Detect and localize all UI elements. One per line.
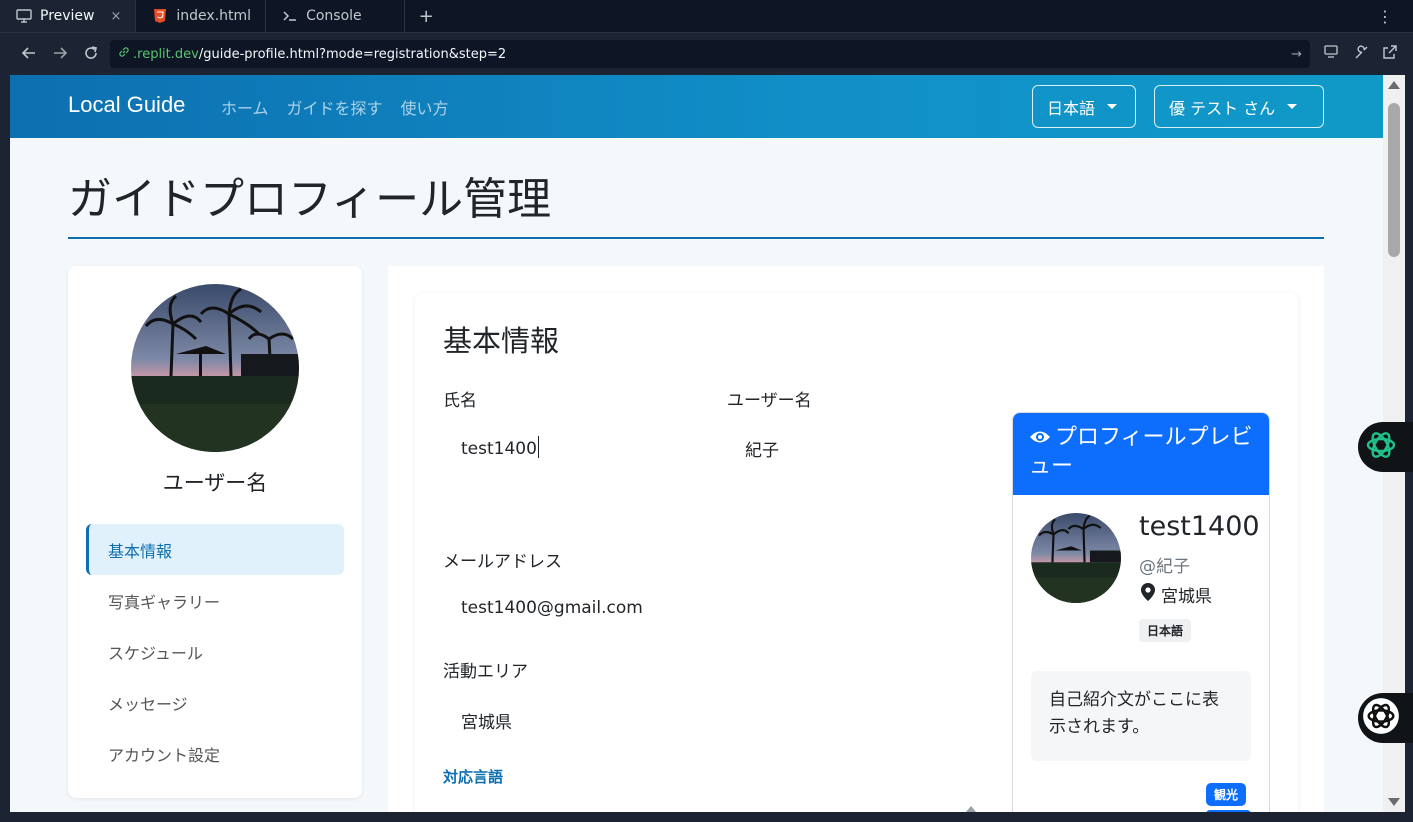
profile-sidebar: ユーザー名 基本情報 写真ギャラリー スケジュール メッセージ アカウント設定 [68, 266, 362, 798]
preview-header: プロフィールプレビュー [1013, 413, 1269, 495]
wrench-icon[interactable] [1354, 44, 1369, 64]
sidebar-username: ユーザー名 [162, 471, 268, 495]
nav-link-find-guide[interactable]: ガイドを探す [287, 95, 383, 119]
scrollbar-thumb[interactable] [1388, 103, 1400, 257]
url-input[interactable]: .replit.dev/guide-profile.html?mode=regi… [110, 40, 1310, 68]
map-pin-icon [1141, 583, 1155, 606]
assistant-logo-icon [1362, 697, 1400, 739]
sidebar-item-account-settings[interactable]: アカウント設定 [86, 728, 344, 779]
language-dropdown-button[interactable]: 日本語 [1032, 85, 1136, 128]
preview-avatar [1031, 513, 1121, 603]
close-icon[interactable]: × [111, 9, 122, 24]
page-title: ガイドプロフィール管理 [68, 174, 552, 225]
tab-label: Preview [40, 8, 95, 24]
tab-label: index.html [176, 8, 252, 24]
forward-icon[interactable] [45, 45, 75, 65]
terminal-icon [282, 9, 298, 23]
chevron-up-icon[interactable] [965, 803, 977, 812]
nav-links: ホーム ガイドを探す 使い方 [221, 95, 449, 119]
go-arrow-icon[interactable]: → [1291, 47, 1302, 62]
preview-tag-badge [1206, 810, 1251, 812]
section-title: 基本情報 [443, 324, 560, 358]
back-icon[interactable] [14, 45, 44, 65]
sidebar-item-schedule[interactable]: スケジュール [86, 626, 344, 677]
tab-preview[interactable]: Preview × [0, 0, 137, 32]
avatar[interactable] [131, 284, 299, 452]
preview-name: test1400 [1139, 511, 1260, 542]
brand-logo[interactable]: Local Guide [68, 92, 185, 118]
language-label: 日本語 [1047, 98, 1096, 118]
profile-preview-card: プロフィールプレビュー test1400 @紀子 宮城県 日本語 自己紹介文がこ… [1012, 412, 1270, 812]
languages-label: 対応言語 [443, 768, 504, 786]
ai-assistant-button[interactable] [1358, 693, 1413, 743]
chatgpt-assistant-button[interactable] [1358, 422, 1413, 472]
more-menu-icon[interactable]: ⋮ [1357, 0, 1413, 32]
tab-label: Console [306, 8, 362, 24]
preview-bio: 自己紹介文がここに表示されます。 [1031, 671, 1251, 761]
openai-logo-icon [1364, 428, 1398, 466]
page-viewport: Local Guide ホーム ガイドを探す 使い方 日本語 優 テスト さん … [10, 75, 1383, 812]
url-host: .replit.dev [133, 46, 199, 62]
preview-tag-badge: 観光 [1206, 783, 1247, 806]
username-label: ユーザー名 [727, 391, 812, 411]
chevron-down-icon [1287, 104, 1298, 109]
sidebar-item-basic-info[interactable]: 基本情報 [86, 524, 344, 575]
sidebar-item-photo-gallery[interactable]: 写真ギャラリー [86, 575, 344, 626]
open-external-icon[interactable] [1383, 45, 1397, 63]
user-label: 優 テスト さん [1169, 98, 1276, 118]
preview-location-text: 宮城県 [1161, 587, 1212, 607]
text-cursor [537, 436, 539, 458]
title-divider [68, 237, 1324, 239]
user-dropdown-button[interactable]: 優 テスト さん [1154, 85, 1324, 128]
username-field[interactable]: 紀子 [745, 436, 779, 461]
devices-icon[interactable] [1324, 45, 1340, 63]
scroll-down-arrow[interactable] [1388, 798, 1400, 806]
name-field[interactable]: test1400 [461, 436, 539, 459]
email-field[interactable]: test1400@gmail.com [461, 598, 643, 618]
name-value: test1400 [461, 439, 537, 459]
browser-toolbar: .replit.dev/guide-profile.html?mode=regi… [0, 34, 1413, 74]
ide-tab-bar: Preview × index.html Console + ⋮ [0, 0, 1413, 33]
area-label: 活動エリア [443, 662, 528, 682]
nav-link-how-to[interactable]: 使い方 [401, 95, 449, 119]
scroll-up-arrow[interactable] [1388, 81, 1400, 89]
name-label: 氏名 [443, 391, 477, 411]
monitor-icon [16, 9, 32, 23]
toolbar-icons [1324, 34, 1397, 74]
link-icon [118, 46, 130, 62]
nav-link-home[interactable]: ホーム [221, 95, 269, 119]
email-label: メールアドレス [443, 552, 562, 572]
preview-language-badge: 日本語 [1139, 619, 1192, 642]
add-tab-button[interactable]: + [405, 0, 448, 32]
reload-icon[interactable] [76, 45, 106, 65]
url-path: /guide-profile.html?mode=registration&st… [198, 46, 507, 62]
chevron-down-icon [1107, 104, 1118, 109]
html5-icon [152, 9, 168, 23]
sidebar-item-messages[interactable]: メッセージ [86, 677, 344, 728]
preview-username: @紀子 [1139, 557, 1190, 577]
tab-index-html[interactable]: index.html [136, 0, 267, 32]
eye-icon [1029, 425, 1051, 453]
site-navbar: Local Guide ホーム ガイドを探す 使い方 日本語 優 テスト さん [10, 75, 1383, 138]
tab-console[interactable]: Console [266, 0, 405, 32]
preview-title: プロフィールプレビュー [1029, 425, 1253, 479]
area-field[interactable]: 宮城県 [461, 708, 512, 733]
preview-location: 宮城県 [1141, 582, 1212, 607]
